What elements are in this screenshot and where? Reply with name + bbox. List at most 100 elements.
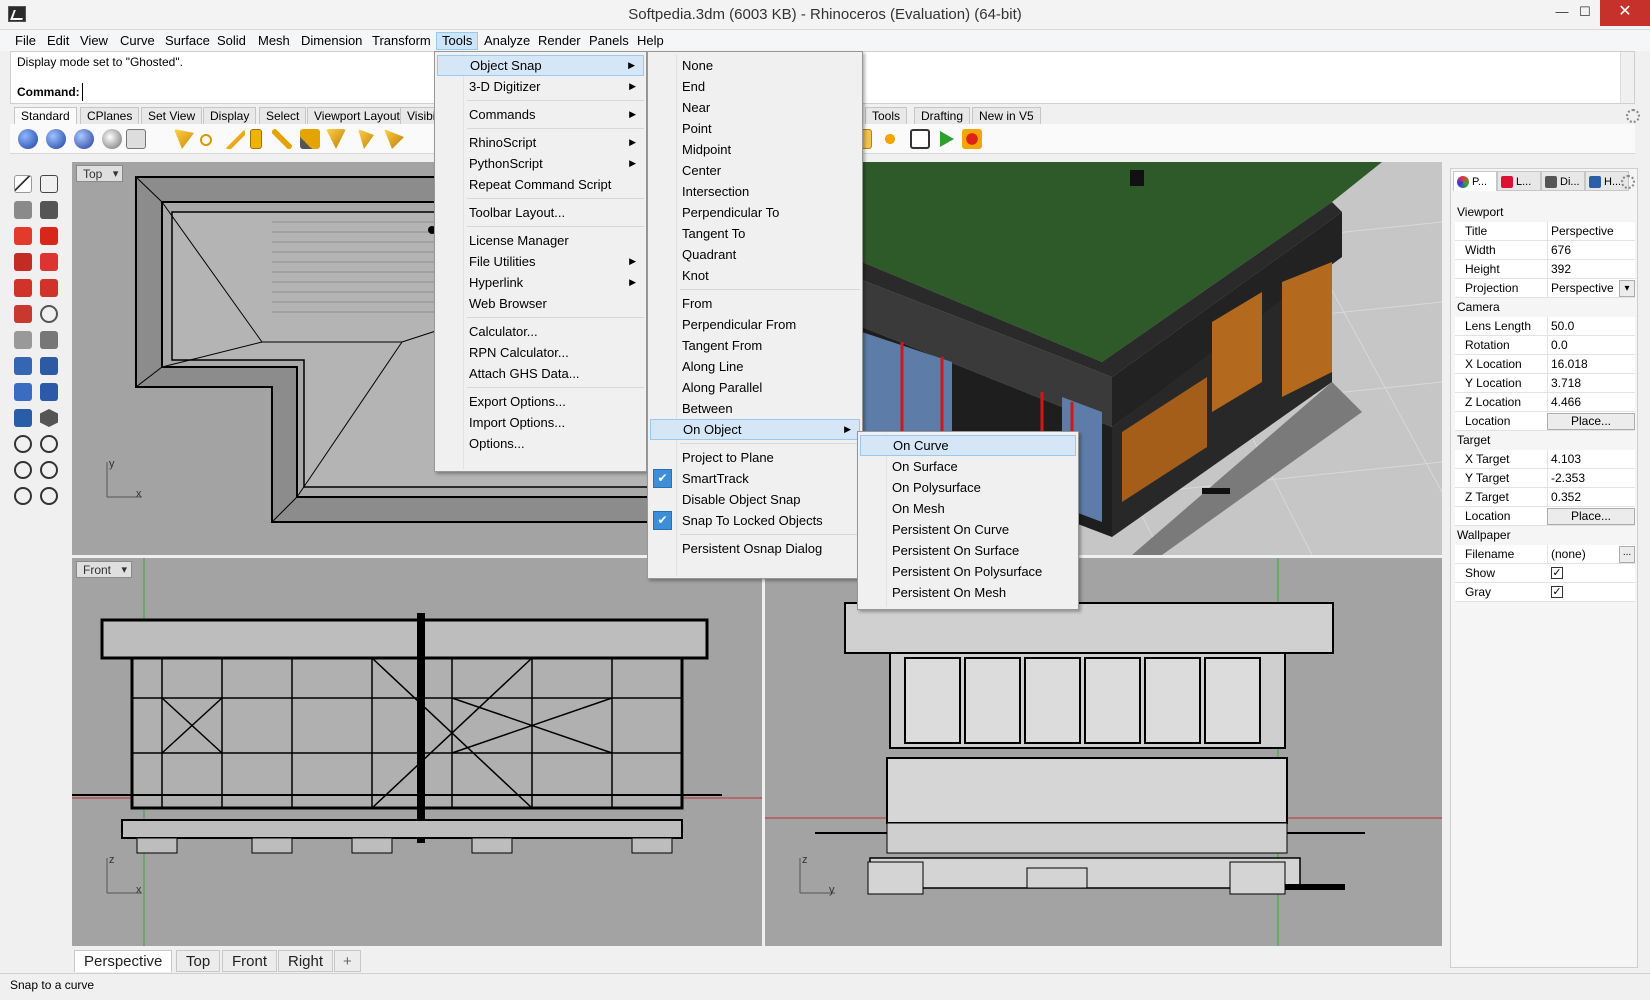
prop-title-value[interactable]: Perspective <box>1547 222 1635 241</box>
rotate-icon[interactable] <box>358 129 374 149</box>
menu-tools[interactable]: Tools <box>436 32 479 50</box>
rendered-sphere-icon[interactable] <box>74 129 94 149</box>
gray-checkbox[interactable]: ✓ <box>1551 586 1563 598</box>
prop-height-value[interactable]: 392 <box>1547 260 1635 279</box>
menu-item-perpendicular-from[interactable]: Perpendicular From <box>650 314 860 335</box>
command-scrollbar[interactable] <box>1620 52 1634 103</box>
target-icon[interactable] <box>40 461 58 479</box>
menu-item-tangent-from[interactable]: Tangent From <box>650 335 860 356</box>
menu-item-none[interactable]: None <box>650 55 860 76</box>
tab-perspective[interactable]: Perspective <box>74 950 173 972</box>
menu-item-rhinoscript[interactable]: RhinoScript ▶ <box>437 132 644 153</box>
menu-item-midpoint[interactable]: Midpoint <box>650 139 860 160</box>
show-checkbox[interactable]: ✓ <box>1551 567 1563 579</box>
circle-tool-icon[interactable] <box>14 279 32 297</box>
points-icon[interactable] <box>14 201 32 219</box>
prop-rotation-value[interactable]: 0.0 <box>1547 336 1635 355</box>
menu-item-snap-to-locked-objects[interactable]: Snap To Locked Objects ✔ <box>650 510 860 531</box>
box-icon[interactable] <box>250 129 262 149</box>
menu-item-tangent-to[interactable]: Tangent To <box>650 223 860 244</box>
wire-sphere-icon[interactable] <box>102 129 122 149</box>
menu-item-3-d-digitizer[interactable]: 3-D Digitizer ▶ <box>437 76 644 97</box>
polygon-icon[interactable] <box>14 305 32 323</box>
menu-dimension[interactable]: Dimension <box>296 32 367 50</box>
menu-item-on-surface[interactable]: On Surface <box>860 456 1076 477</box>
menu-item-web-browser[interactable]: Web Browser <box>437 293 644 314</box>
viewport-front[interactable]: z x Front <box>72 558 762 946</box>
prop-lens-value[interactable]: 50.0 <box>1547 317 1635 336</box>
menu-help[interactable]: Help <box>632 32 669 50</box>
menu-item-along-parallel[interactable]: Along Parallel <box>650 377 860 398</box>
revolve-icon[interactable] <box>40 383 58 401</box>
menu-item-persistent-on-curve[interactable]: Persistent On Curve <box>860 519 1076 540</box>
menu-item-along-line[interactable]: Along Line <box>650 356 860 377</box>
menu-item-on-polysurface[interactable]: On Polysurface <box>860 477 1076 498</box>
point-cursor-icon[interactable] <box>174 129 194 149</box>
tab-display[interactable]: Display <box>203 107 257 124</box>
menu-item-perpendicular-to[interactable]: Perpendicular To <box>650 202 860 223</box>
menu-file[interactable]: File <box>10 32 41 50</box>
tab-set-view[interactable]: Set View <box>141 107 203 124</box>
close-button[interactable]: ✕ <box>1600 0 1650 26</box>
menu-item-persistent-on-polysurface[interactable]: Persistent On Polysurface <box>860 561 1076 582</box>
tab-tools[interactable]: Tools <box>865 107 908 124</box>
surface-tool-icon[interactable] <box>14 331 32 349</box>
toolbar-gear-icon[interactable] <box>1626 109 1640 123</box>
tab-right[interactable]: Right <box>278 950 334 972</box>
menu-item-persistent-on-mesh[interactable]: Persistent On Mesh <box>860 582 1076 603</box>
viewport-front-label[interactable]: Front <box>76 561 133 579</box>
tab-layers[interactable]: L... <box>1497 171 1541 191</box>
camera-place-button[interactable]: Place... <box>1547 413 1635 430</box>
menu-item-on-object[interactable]: On Object ▶ <box>650 419 860 440</box>
circle-icon[interactable] <box>200 134 212 146</box>
record-icon[interactable] <box>962 129 982 149</box>
menu-solid[interactable]: Solid <box>212 32 251 50</box>
sphere-tool-icon[interactable] <box>40 305 58 323</box>
menu-item-import-options[interactable]: Import Options... <box>437 412 644 433</box>
menu-item-center[interactable]: Center <box>650 160 860 181</box>
drag-icon[interactable] <box>300 129 320 149</box>
tab-front[interactable]: Front <box>222 950 278 972</box>
menu-item-near[interactable]: Near <box>650 97 860 118</box>
menu-panels[interactable]: Panels <box>584 32 634 50</box>
menu-item-project-to-plane[interactable]: Project to Plane <box>650 447 860 468</box>
prop-xloc-value[interactable]: 16.018 <box>1547 355 1635 374</box>
tab-top[interactable]: Top <box>176 950 221 972</box>
browse-button[interactable]: ... <box>1619 546 1635 563</box>
prop-zloc-value[interactable]: 4.466 <box>1547 393 1635 412</box>
rectangle-icon[interactable] <box>40 253 58 271</box>
menu-transform[interactable]: Transform <box>367 32 436 50</box>
menu-item-attach-ghs-data[interactable]: Attach GHS Data... <box>437 363 644 384</box>
menu-item-end[interactable]: End <box>650 76 860 97</box>
select-arrow-icon[interactable] <box>14 175 32 193</box>
menu-mesh[interactable]: Mesh <box>253 32 295 50</box>
menu-render[interactable]: Render <box>533 32 586 50</box>
panel-gear-icon[interactable] <box>1621 175 1635 189</box>
zoom-extents-icon[interactable] <box>14 461 32 479</box>
sphere-icon[interactable] <box>18 129 38 149</box>
prop-ytarget-value[interactable]: -2.353 <box>1547 469 1635 488</box>
tab-standard[interactable]: Standard <box>14 107 77 124</box>
zoom-icon[interactable] <box>14 435 32 453</box>
menu-item-export-options[interactable]: Export Options... <box>437 391 644 412</box>
tab-viewport-layout[interactable]: Viewport Layout <box>307 107 407 124</box>
chevron-down-icon[interactable]: ▾ <box>1619 280 1635 297</box>
arc-icon[interactable] <box>14 253 32 271</box>
menu-analyze[interactable]: Analyze <box>479 32 535 50</box>
target-place-button[interactable]: Place... <box>1547 508 1635 525</box>
camera-icon[interactable] <box>126 129 146 149</box>
pan-icon[interactable] <box>40 487 58 505</box>
menu-item-persistent-osnap-dialog[interactable]: Persistent Osnap Dialog <box>650 538 860 559</box>
menu-item-hyperlink[interactable]: Hyperlink ▶ <box>437 272 644 293</box>
tab-select[interactable]: Select <box>259 107 307 124</box>
menu-item-on-mesh[interactable]: On Mesh <box>860 498 1076 519</box>
rotate-view-icon[interactable] <box>14 487 32 505</box>
menu-item-commands[interactable]: Commands ▶ <box>437 104 644 125</box>
tab-properties[interactable]: P... <box>1453 171 1497 191</box>
solid-tool-icon[interactable] <box>40 331 58 349</box>
extrude-icon[interactable] <box>14 357 32 375</box>
sweep-icon[interactable] <box>14 383 32 401</box>
scale-icon[interactable] <box>384 129 404 149</box>
loft-icon[interactable] <box>40 357 58 375</box>
play-icon[interactable] <box>940 131 954 147</box>
